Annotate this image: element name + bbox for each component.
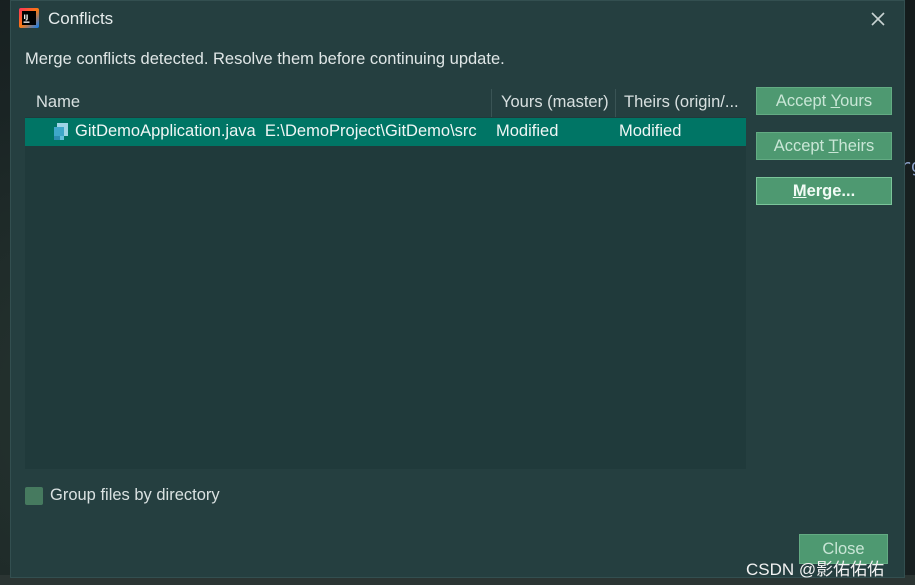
group-by-directory-checkbox[interactable] (25, 487, 43, 505)
group-by-directory-label[interactable]: Group files by directory (50, 486, 220, 505)
accept-theirs-button[interactable]: Accept Theirs (756, 132, 892, 160)
watermark: CSDN @影佑佑佑 (746, 560, 885, 579)
accept-yours-button[interactable]: Accept Yours (756, 87, 892, 115)
file-name: GitDemoApplication.java (75, 122, 256, 140)
column-header-name[interactable]: Name (36, 93, 80, 112)
title-bar: IJ Conflicts (11, 1, 904, 37)
dialog-title: Conflicts (48, 9, 114, 28)
merge-mnemonic: M (792, 182, 807, 200)
file-path: E:\DemoProject\GitDemo\src (264, 122, 477, 140)
column-divider[interactable] (615, 89, 616, 117)
accept-yours-label-rest: ours (840, 92, 873, 110)
accept-theirs-mnemonic: T (828, 137, 839, 155)
accept-yours-mnemonic: Y (830, 92, 841, 110)
java-file-icon (54, 123, 68, 140)
file-name-cell: GitDemoApplication.java E:\DemoProject\G… (75, 122, 491, 141)
merge-button[interactable]: Merge... (756, 177, 892, 205)
column-divider[interactable] (491, 89, 492, 117)
column-header-yours[interactable]: Yours (master) (501, 93, 609, 112)
accept-yours-label: Accept (775, 92, 831, 110)
desktop-background: rg IJ Conflicts (0, 0, 915, 585)
conflicts-dialog: IJ Conflicts Merge conflicts detected. R… (10, 0, 905, 578)
yours-status-cell: Modified (496, 122, 559, 140)
table-header: Name Yours (master) Theirs (origin/... (25, 89, 746, 117)
intellij-idea-icon: IJ (19, 8, 39, 28)
accept-theirs-label-rest: heirs (838, 137, 875, 155)
conflicts-table: Name Yours (master) Theirs (origin/... G… (25, 89, 746, 469)
column-header-theirs[interactable]: Theirs (origin/... (624, 93, 739, 112)
merge-label-rest: erge... (806, 182, 856, 200)
table-row[interactable]: GitDemoApplication.java E:\DemoProject\G… (25, 118, 746, 146)
theirs-status-cell: Modified (619, 122, 682, 140)
svg-text:IJ: IJ (24, 13, 29, 21)
close-icon[interactable] (868, 9, 888, 29)
conflict-message: Merge conflicts detected. Resolve them b… (25, 50, 505, 68)
accept-theirs-label: Accept (773, 137, 829, 155)
